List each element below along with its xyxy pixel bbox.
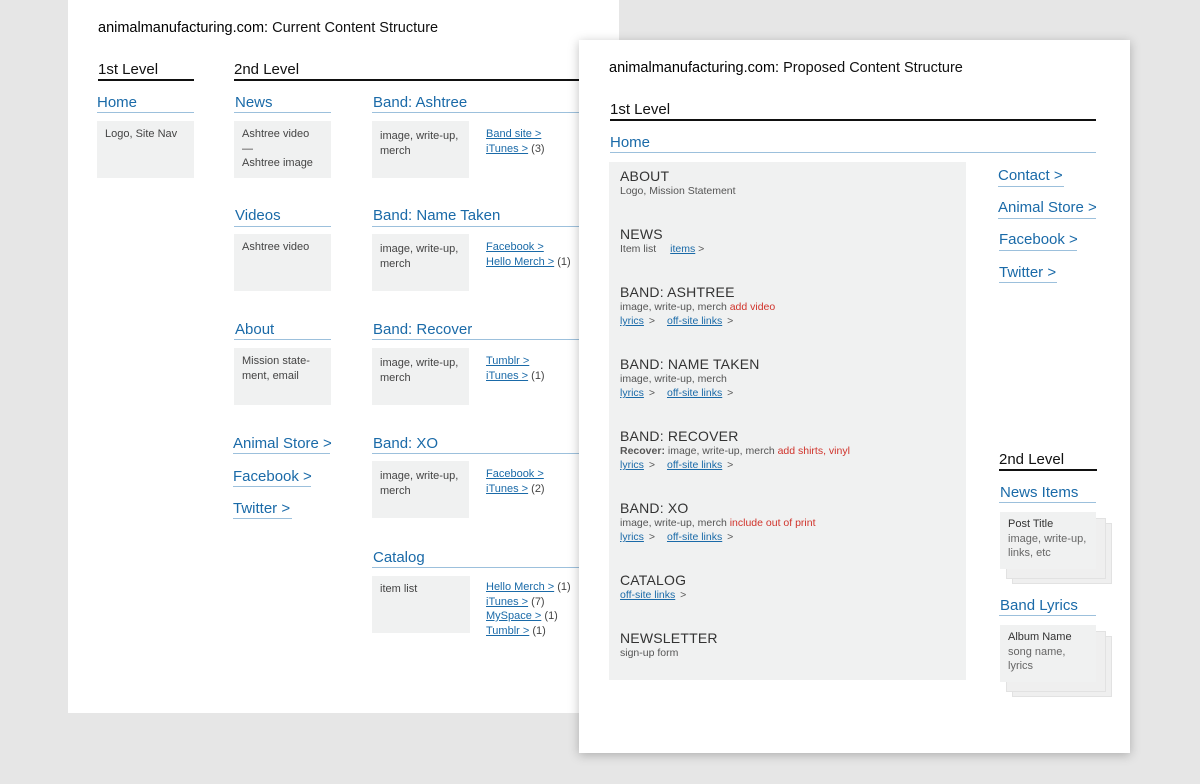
proposed-band-lyrics-box: Album Name song name, lyrics — [1000, 625, 1096, 682]
current-level1-label: 1st Level — [98, 61, 159, 78]
link[interactable]: MySpace > — [486, 610, 541, 622]
current-band-ashtree-box: image, write-up, merch — [372, 121, 469, 178]
proposed-title: animalmanufacturing.com: Proposed Conten… — [609, 60, 963, 76]
proposed-home-heading[interactable]: Home — [610, 134, 650, 151]
link[interactable]: Hello Merch > — [486, 581, 554, 593]
current-band-name-taken-box: image, write-up, merch — [372, 234, 469, 291]
link[interactable]: iTunes > — [486, 483, 528, 495]
link[interactable]: iTunes > — [486, 370, 528, 382]
current-news-box: Ashtree video — Ashtree image — [234, 121, 331, 178]
link[interactable]: Facebook > — [486, 468, 544, 480]
proposed-level1-label: 1st Level — [610, 101, 671, 118]
current-about-box: Mission state-ment, email — [234, 348, 331, 405]
proposed-level2-label: 2nd Level — [999, 451, 1065, 468]
current-twitter-link[interactable]: Twitter > — [233, 500, 290, 517]
current-band-ashtree-heading[interactable]: Band: Ashtree — [373, 94, 467, 111]
level2-rule — [234, 79, 619, 81]
current-band-ashtree-links: Band site > iTunes > (3) — [486, 128, 545, 155]
current-videos-heading[interactable]: Videos — [235, 207, 281, 224]
link[interactable]: Tumblr > — [486, 355, 529, 367]
section-newsletter: NEWSLETTER sign-up form — [620, 630, 718, 659]
link[interactable]: Facebook > — [486, 241, 544, 253]
link[interactable]: iTunes > — [486, 143, 528, 155]
link[interactable]: lyrics — [620, 459, 644, 471]
current-catalog-heading[interactable]: Catalog — [373, 549, 425, 566]
current-catalog-links: Hello Merch > (1) iTunes > (7) MySpace >… — [486, 581, 571, 637]
link[interactable]: items — [670, 243, 695, 255]
current-band-recover-box: image, write-up, merch — [372, 348, 469, 405]
current-home-box: Logo, Site Nav — [97, 121, 194, 178]
current-catalog-box: item list — [372, 576, 470, 633]
section-news: NEWS Item list items > — [620, 226, 705, 255]
current-band-xo-links: Facebook > iTunes > (2) — [486, 468, 545, 495]
level1-rule — [98, 79, 194, 81]
link[interactable]: off-site links — [667, 459, 722, 471]
current-band-recover-heading[interactable]: Band: Recover — [373, 321, 472, 338]
link[interactable]: lyrics — [620, 531, 644, 543]
current-structure-sheet: animalmanufacturing.com: Current Content… — [68, 0, 619, 713]
proposed-level1-rule — [610, 119, 1096, 121]
current-news-heading[interactable]: News — [235, 94, 273, 111]
current-title: animalmanufacturing.com: Current Content… — [98, 20, 439, 36]
section-about: ABOUT Logo, Mission Statement — [620, 168, 736, 197]
proposed-band-lyrics-heading[interactable]: Band Lyrics — [1000, 597, 1078, 614]
link[interactable]: off-site links — [620, 589, 675, 601]
current-band-name-taken-links: Facebook > Hello Merch > (1) — [486, 241, 571, 268]
section-band-ashtree: BAND: ASHTREE image, write-up, merch add… — [620, 284, 776, 327]
proposed-contact-link[interactable]: Contact > — [998, 167, 1063, 184]
link[interactable]: Tumblr > — [486, 625, 529, 637]
current-band-xo-heading[interactable]: Band: XO — [373, 435, 438, 452]
link[interactable]: off-site links — [667, 531, 722, 543]
current-about-heading[interactable]: About — [235, 321, 274, 338]
proposed-animal-store-link[interactable]: Animal Store > — [998, 199, 1097, 216]
current-animal-store-link[interactable]: Animal Store > — [233, 435, 332, 452]
current-band-recover-links: Tumblr > iTunes > (1) — [486, 355, 545, 382]
proposed-level2-rule — [999, 469, 1097, 471]
proposed-facebook-link[interactable]: Facebook > — [999, 231, 1078, 248]
section-band-recover: BAND: RECOVER Recover: image, write-up, … — [620, 428, 850, 471]
link[interactable]: lyrics — [620, 315, 644, 327]
current-level2-label: 2nd Level — [234, 61, 300, 78]
link[interactable]: Band site > — [486, 128, 541, 140]
proposed-structure-sheet: animalmanufacturing.com: Proposed Conten… — [579, 40, 1130, 753]
proposed-news-items-heading[interactable]: News Items — [1000, 484, 1078, 501]
current-videos-box: Ashtree video — [234, 234, 331, 291]
section-band-xo: BAND: XO image, write-up, merch include … — [620, 500, 816, 543]
section-catalog: CATALOG off-site links > — [620, 572, 687, 601]
current-band-name-taken-heading[interactable]: Band: Name Taken — [373, 207, 500, 224]
current-home-heading[interactable]: Home — [97, 94, 137, 111]
proposed-twitter-link[interactable]: Twitter > — [999, 264, 1056, 281]
section-band-name-taken: BAND: NAME TAKEN image, write-up, merch … — [620, 356, 760, 399]
link[interactable]: lyrics — [620, 387, 644, 399]
link[interactable]: iTunes > — [486, 596, 528, 608]
current-band-xo-box: image, write-up, merch — [372, 461, 469, 518]
link[interactable]: Hello Merch > — [486, 256, 554, 268]
proposed-home-content-box: ABOUT Logo, Mission Statement NEWS Item … — [609, 162, 966, 680]
proposed-news-items-box: Post Title image, write-up, links, etc — [1000, 512, 1096, 569]
link[interactable]: off-site links — [667, 315, 722, 327]
current-facebook-link[interactable]: Facebook > — [233, 468, 312, 485]
link[interactable]: off-site links — [667, 387, 722, 399]
